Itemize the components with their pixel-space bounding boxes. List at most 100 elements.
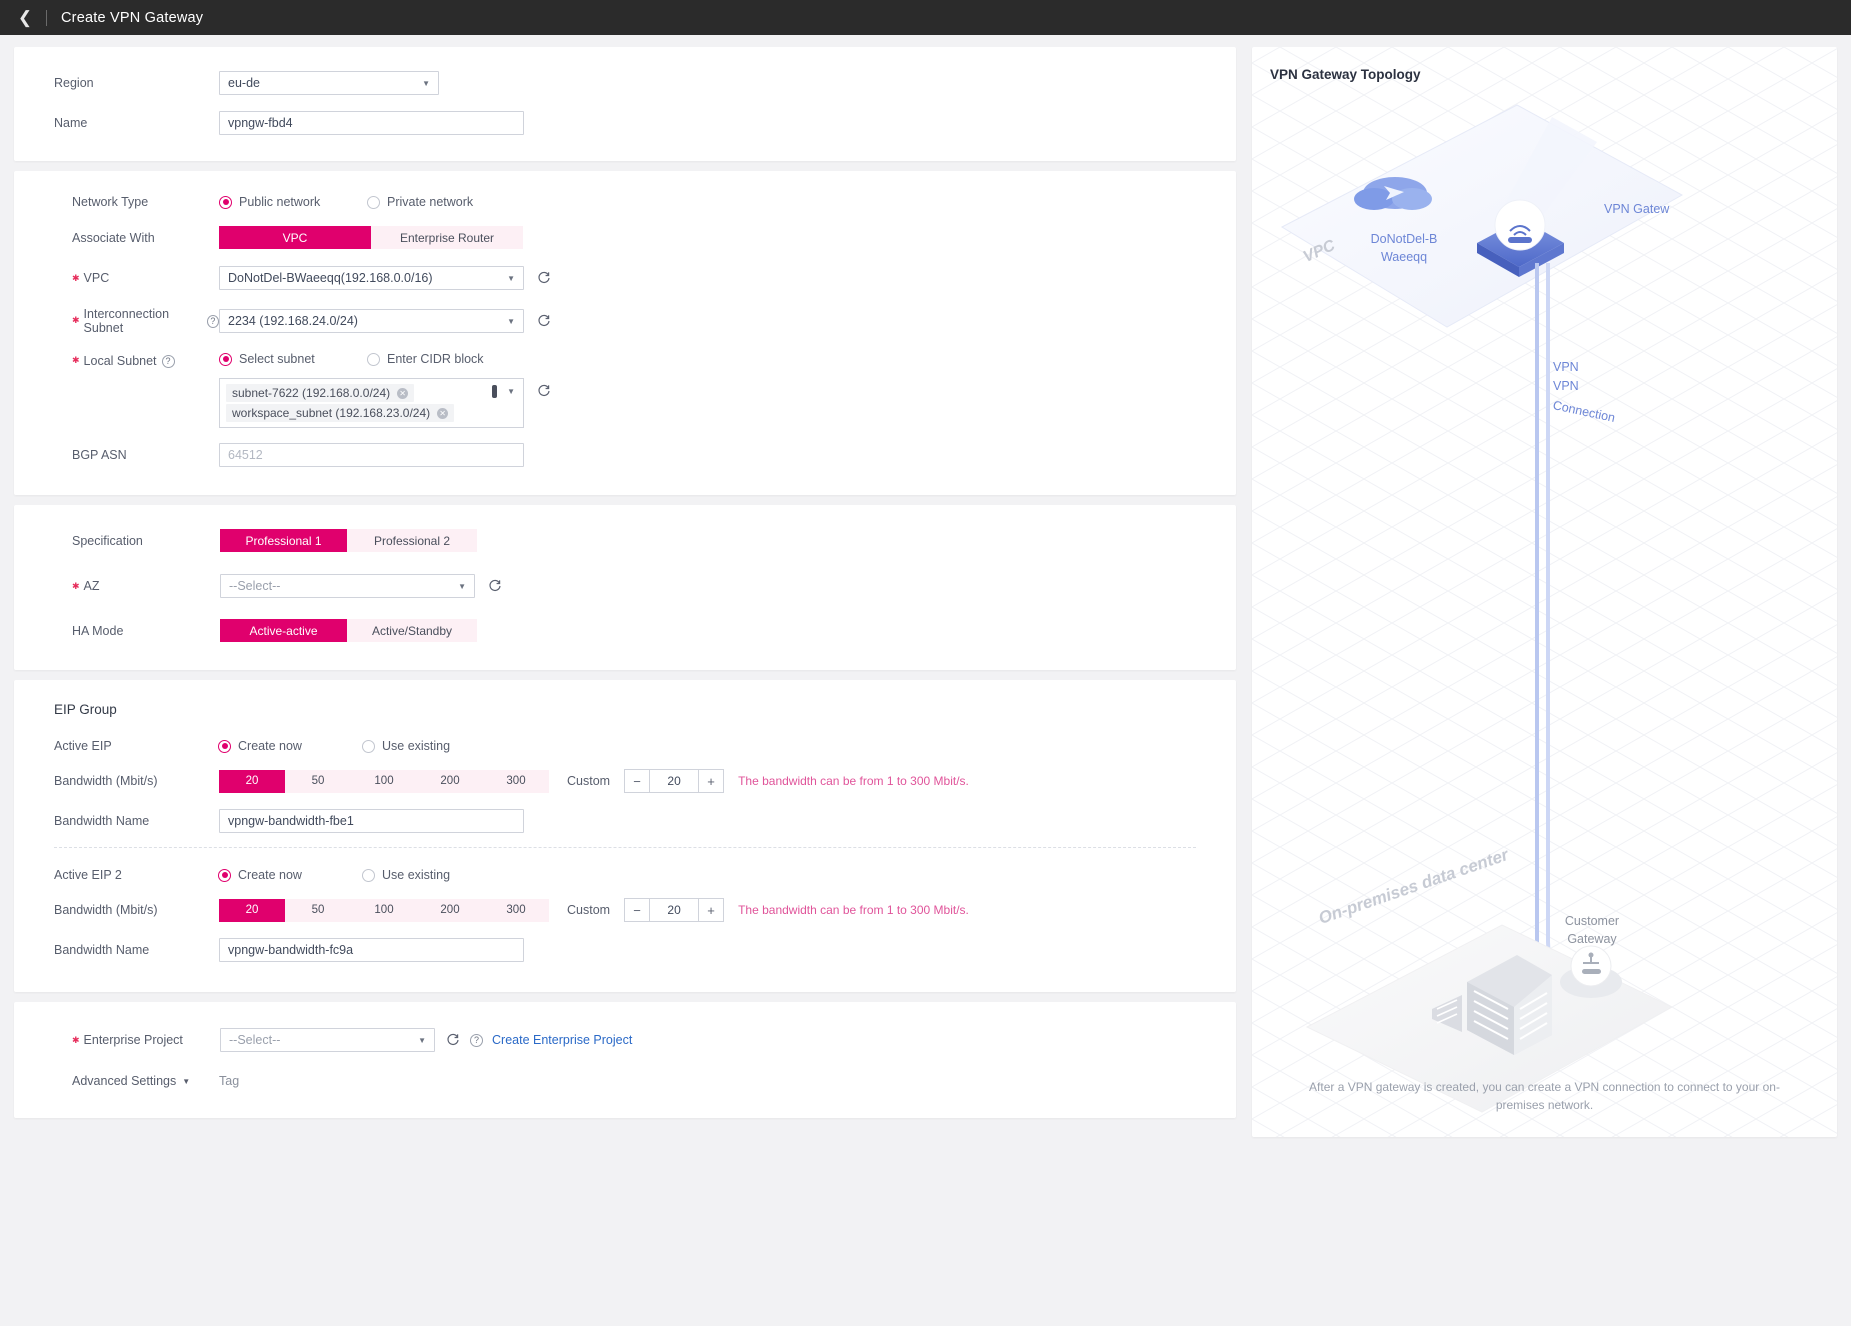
bandwidth-preset-20[interactable]: 20 (219, 898, 285, 922)
radio-dot-icon (218, 868, 231, 882)
text-cursor (492, 385, 497, 398)
radio-dot-icon (362, 868, 375, 882)
bandwidth-row: Bandwidth (Mbit/s) 20 50 100 200 300 Cus… (14, 769, 1236, 793)
name-label: Name (54, 116, 88, 130)
associate-with-label: Associate With (72, 230, 155, 245)
bandwidth-presets: 20 50 100 200 300 (219, 769, 549, 793)
stepper-decrement-button[interactable]: − (625, 899, 651, 921)
refresh-interconnection-subnet-icon[interactable] (536, 314, 551, 329)
enterprise-project-value: --Select-- (229, 1033, 281, 1047)
bandwidth-preset-300[interactable]: 300 (483, 769, 549, 793)
radio-dot-icon (219, 352, 232, 366)
vpc-select[interactable]: DoNotDel-BWaeeqq(192.168.0.0/16) ▼ (219, 266, 524, 290)
project-card: Enterprise Project --Select-- ▼ ? Create… (14, 1002, 1236, 1118)
stepper-decrement-button[interactable]: − (625, 770, 651, 792)
help-icon[interactable]: ? (206, 314, 219, 328)
active-eip-2-label: Active EIP 2 (54, 868, 122, 882)
radio-dot-icon (218, 739, 231, 753)
remove-tag-icon[interactable]: ✕ (437, 407, 449, 419)
radio-select-subnet[interactable]: Select subnet (219, 352, 367, 366)
bandwidth-row: Bandwidth (Mbit/s) 20 50 100 200 300 Cus… (14, 898, 1236, 922)
segment-active-active[interactable]: Active-active (220, 619, 347, 642)
radio-private-network[interactable]: Private network (367, 195, 473, 209)
header-divider (46, 9, 47, 26)
az-select[interactable]: --Select-- ▼ (220, 574, 475, 598)
segment-active-standby[interactable]: Active/Standby (347, 619, 477, 642)
interconnection-subnet-label: Interconnection Subnet ? (14, 307, 219, 335)
bandwidth-stepper: − 20 + (624, 898, 725, 922)
radio-enter-cidr-block[interactable]: Enter CIDR block (367, 352, 484, 366)
bandwidth-name-label: Bandwidth Name (54, 814, 150, 828)
refresh-local-subnet-icon[interactable] (536, 383, 551, 398)
stepper-value[interactable]: 20 (650, 899, 699, 921)
bandwidth-preset-200[interactable]: 200 (417, 769, 483, 793)
radio-label: Create now (238, 739, 302, 753)
local-subnet-multiselect[interactable]: subnet-7622 (192.168.0.0/24) ✕ workspace_… (219, 378, 524, 428)
active-eip-row: Active EIP Create now Use existing (14, 739, 1236, 753)
radio-dot-icon (219, 195, 232, 209)
bandwidth-preset-50[interactable]: 50 (285, 898, 351, 922)
vpn-gateway-label: VPN Gatew (1604, 202, 1670, 216)
interconnection-subnet-select[interactable]: 2234 (192.168.24.0/24) ▼ (219, 309, 524, 333)
back-chevron-icon[interactable]: ❮ (14, 7, 36, 29)
refresh-vpc-icon[interactable] (536, 271, 551, 286)
ha-mode-segmented: Active-active Active/Standby (220, 619, 477, 642)
chevron-down-icon: ▼ (182, 1076, 191, 1086)
stepper-increment-button[interactable]: + (698, 899, 724, 921)
segment-enterprise-router[interactable]: Enterprise Router (371, 226, 523, 249)
advanced-settings-toggle[interactable]: Advanced Settings ▼ (72, 1074, 190, 1088)
radio-create-now[interactable]: Create now (218, 868, 362, 882)
bandwidth-label: Bandwidth (Mbit/s) (54, 774, 158, 788)
bandwidth-hint: The bandwidth can be from 1 to 300 Mbit/… (738, 903, 969, 917)
bandwidth-name-input[interactable]: vpngw-bandwidth-fbe1 (219, 809, 524, 833)
local-subnet-label: Local Subnet ? (14, 352, 219, 368)
remove-tag-icon[interactable]: ✕ (397, 387, 409, 399)
bandwidth-preset-50[interactable]: 50 (285, 769, 351, 793)
az-row: AZ --Select-- ▼ (14, 574, 1236, 598)
bandwidth-name-input[interactable]: vpngw-bandwidth-fc9a (219, 938, 524, 962)
specification-row: Specification Professional 1 Professiona… (14, 529, 1236, 552)
stepper-value[interactable]: 20 (650, 770, 699, 792)
network-type-row: Network Type Public network Private netw… (14, 195, 1236, 209)
create-enterprise-project-link[interactable]: Create Enterprise Project (492, 1033, 632, 1047)
topology-footnote: After a VPN gateway is created, you can … (1309, 1079, 1780, 1113)
subnet-tag-label: workspace_subnet (192.168.23.0/24) (232, 406, 431, 420)
radio-use-existing[interactable]: Use existing (362, 868, 450, 882)
active-eip-2-row: Active EIP 2 Create now Use existing (14, 868, 1236, 882)
stepper-increment-button[interactable]: + (698, 770, 724, 792)
segment-vpc[interactable]: VPC (219, 226, 371, 249)
subnet-tag: workspace_subnet (192.168.23.0/24) ✕ (226, 404, 455, 422)
radio-label: Enter CIDR block (387, 352, 484, 366)
radio-label: Private network (387, 195, 474, 209)
page-header: ❮ Create VPN Gateway (0, 0, 1851, 35)
enterprise-project-label: Enterprise Project (14, 1033, 219, 1047)
bandwidth-preset-20[interactable]: 20 (219, 769, 285, 793)
radio-use-existing[interactable]: Use existing (362, 739, 450, 753)
segment-professional-2[interactable]: Professional 2 (347, 529, 477, 552)
region-value: eu-de (228, 76, 260, 90)
bandwidth-preset-100[interactable]: 100 (351, 898, 417, 922)
bandwidth-name-row: Bandwidth Name vpngw-bandwidth-fbe1 (14, 809, 1236, 833)
bgp-asn-input[interactable]: 64512 (219, 443, 524, 467)
chevron-down-icon: ▼ (507, 387, 515, 396)
vpc-name-label: DoNotDel-B Waeeqq (1370, 232, 1438, 265)
region-select[interactable]: eu-de ▼ (219, 71, 439, 95)
name-input[interactable]: vpngw-fbd4 (219, 111, 524, 135)
page-body: Region eu-de ▼ Name vpngw-fbd4 Network T… (0, 35, 1851, 1326)
az-value: --Select-- (229, 579, 281, 593)
bandwidth-preset-100[interactable]: 100 (351, 769, 417, 793)
help-icon[interactable]: ? (161, 354, 175, 368)
segment-professional-1[interactable]: Professional 1 (220, 529, 347, 552)
customer-gateway-label: Customer Gateway (1564, 914, 1620, 947)
bandwidth-preset-300[interactable]: 300 (483, 898, 549, 922)
radio-create-now[interactable]: Create now (218, 739, 362, 753)
radio-public-network[interactable]: Public network (219, 195, 367, 209)
refresh-enterprise-project-icon[interactable] (445, 1033, 460, 1048)
enterprise-project-select[interactable]: --Select-- ▼ (220, 1028, 435, 1052)
help-icon[interactable]: ? (470, 1033, 483, 1047)
custom-label: Custom (567, 774, 611, 788)
interconnection-subnet-row: Interconnection Subnet ? 2234 (192.168.2… (14, 307, 1236, 335)
advanced-settings-row: Advanced Settings ▼ Tag (14, 1074, 1236, 1088)
refresh-az-icon[interactable] (487, 579, 502, 594)
bandwidth-preset-200[interactable]: 200 (417, 898, 483, 922)
